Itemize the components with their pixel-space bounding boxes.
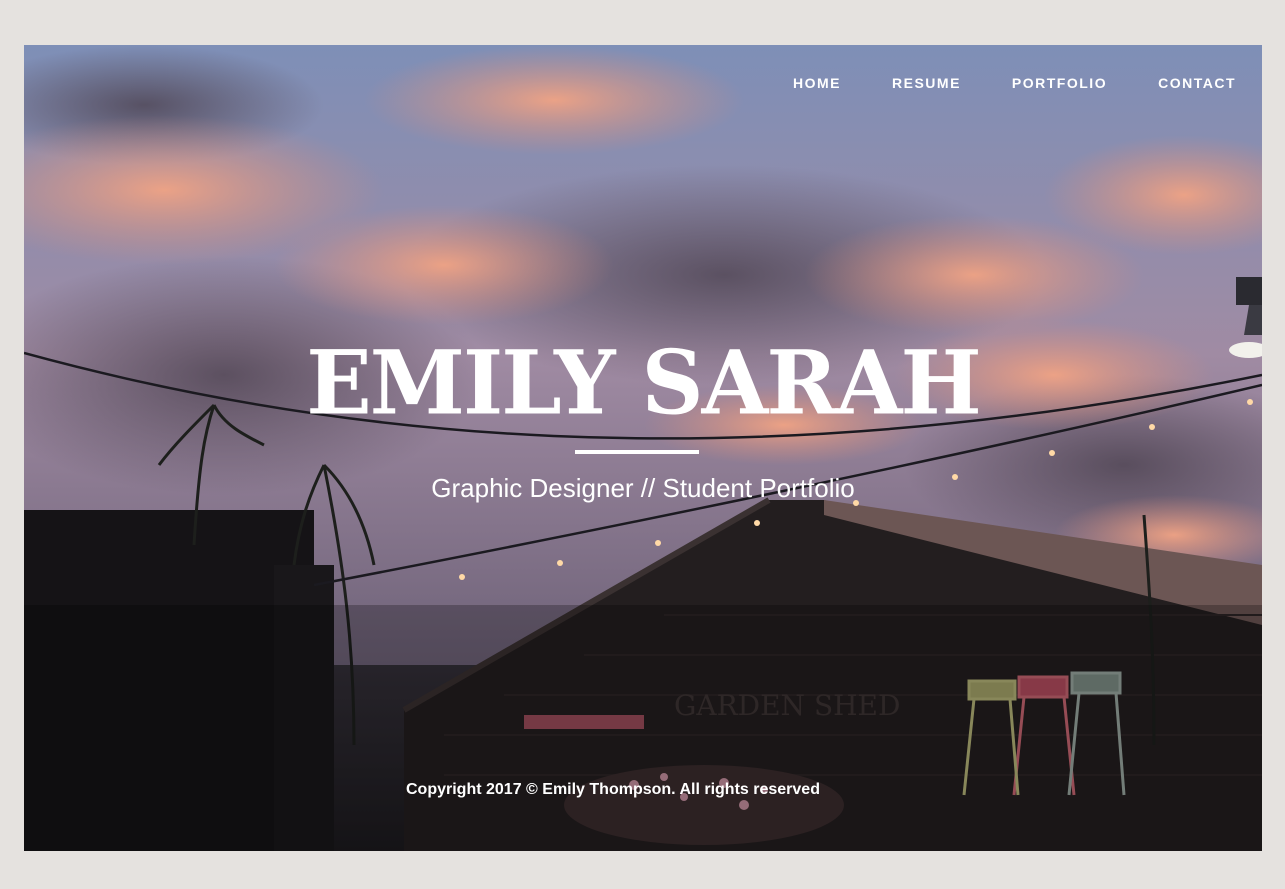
nav-contact-link[interactable]: CONTACT: [1158, 75, 1236, 91]
main-nav: HOME RESUME PORTFOLIO CONTACT: [742, 75, 1236, 91]
title-divider: [575, 450, 699, 454]
hero-background-photo: GARDEN SHED: [24, 45, 1262, 851]
hero-title: EMILY SARAH: [306, 331, 982, 436]
footer-copyright: Copyright 2017 © Emily Thompson. All rig…: [406, 781, 820, 798]
hero-subtitle: Graphic Designer // Student Portfolio: [431, 473, 855, 503]
nav-resume-link[interactable]: RESUME: [892, 75, 961, 91]
nav-portfolio-link[interactable]: PORTFOLIO: [1012, 75, 1107, 91]
hero-section: GARDEN SHED HOME RESUME PORTFOLIO CONTAC…: [24, 45, 1262, 851]
nav-home-link[interactable]: HOME: [793, 75, 841, 91]
